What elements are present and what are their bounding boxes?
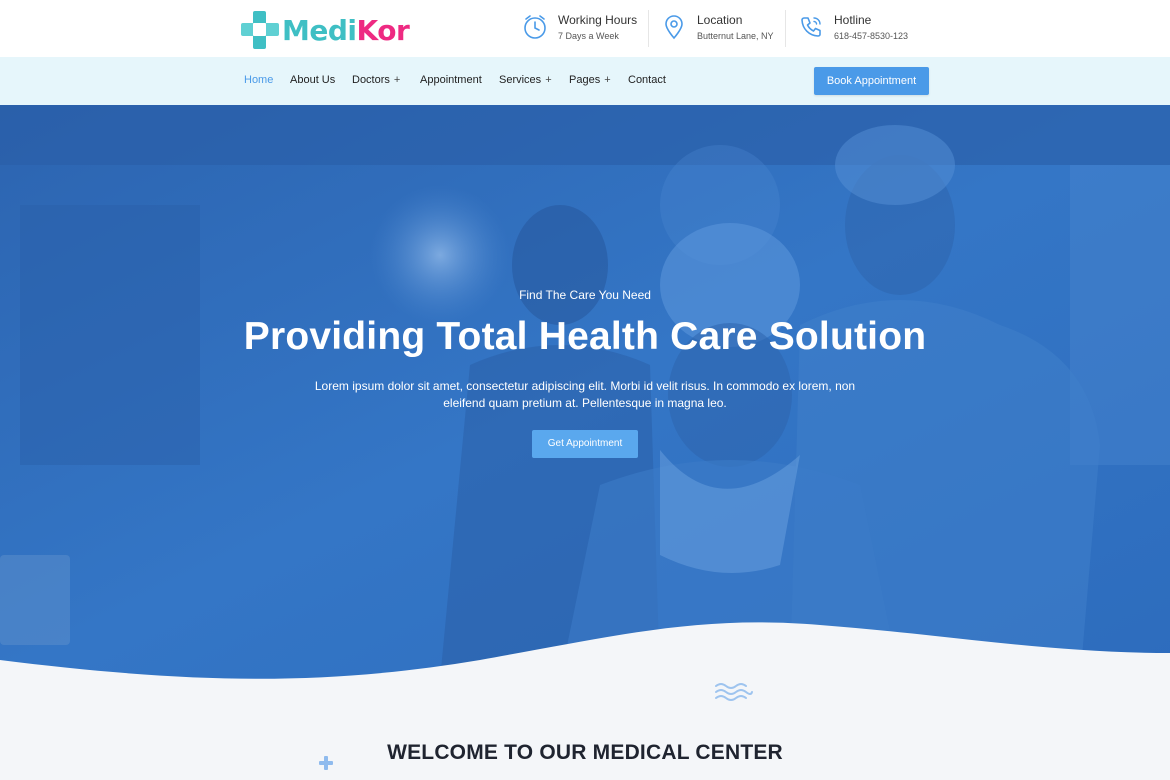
hotline-number[interactable]: 618-457-8530-123: [834, 29, 908, 43]
nav-pages[interactable]: Pages +: [569, 74, 611, 86]
nav-pages-label: Pages: [569, 74, 601, 86]
hero-subtitle: Find The Care You Need: [519, 288, 651, 302]
location-info: Location Butternut Lane, NY: [660, 11, 774, 43]
nav-appointment-label: Appointment: [420, 74, 482, 86]
top-bar: MediKor Working Hours 7 Days a Week Loca…: [0, 0, 1170, 57]
working-hours-title: Working Hours: [558, 13, 638, 27]
submenu-plus-icon: +: [545, 74, 552, 86]
nav-doctors[interactable]: Doctors +: [352, 74, 400, 86]
divider: [785, 10, 786, 47]
hero-description-line1: Lorem ipsum dolor sit amet, consectetur …: [314, 379, 856, 393]
hero-description: Lorem ipsum dolor sit amet, consectetur …: [300, 378, 870, 412]
book-appointment-button[interactable]: Book Appointment: [814, 67, 929, 95]
welcome-heading: WELCOME TO OUR MEDICAL CENTER: [387, 741, 783, 764]
nav-services[interactable]: Services +: [499, 74, 552, 86]
nav-services-label: Services: [499, 74, 542, 86]
submenu-plus-icon: +: [604, 74, 611, 86]
brand-logo[interactable]: MediKor: [241, 11, 410, 49]
nav-contact[interactable]: Contact: [628, 74, 666, 86]
nav-home-label: Home: [244, 74, 274, 86]
nav-appointment[interactable]: Appointment: [420, 74, 482, 86]
nav-home[interactable]: Home: [244, 74, 273, 86]
location-title: Location: [697, 13, 743, 27]
nav-about-us[interactable]: About Us: [290, 74, 335, 86]
brand-name-part1: Medi: [282, 13, 357, 47]
phone-icon: [801, 17, 821, 37]
divider: [648, 10, 649, 47]
hero-title: Providing Total Health Care Solution: [243, 315, 927, 358]
working-hours-info: Working Hours 7 Days a Week: [521, 11, 637, 43]
medical-cross-logo-icon: [241, 11, 279, 49]
clock-icon: [524, 15, 546, 39]
main-navigation: Home About Us Doctors + Appointment Servi…: [0, 57, 1170, 105]
submenu-plus-icon: +: [393, 74, 401, 86]
get-appointment-button[interactable]: Get Appointment: [532, 430, 638, 458]
wave-decoration-icon: [715, 683, 753, 701]
nav-doctors-label: Doctors: [352, 74, 390, 86]
location-pin-icon: [665, 15, 683, 40]
hotline-info[interactable]: Hotline 618-457-8530-123: [797, 11, 908, 43]
hero-section: Find The Care You Need Providing Total H…: [0, 105, 1170, 680]
brand-name-part2: Kor: [356, 13, 410, 47]
nav-about-us-label: About Us: [290, 74, 336, 86]
hotline-title: Hotline: [834, 13, 872, 27]
brand-name: MediKor: [282, 13, 410, 47]
nav-contact-label: Contact: [628, 74, 666, 86]
location-detail: Butternut Lane, NY: [697, 31, 774, 41]
working-hours-detail: 7 Days a Week: [558, 31, 619, 41]
hero-description-line2: eleifend quam pretium at. Pellentesque i…: [443, 396, 727, 410]
